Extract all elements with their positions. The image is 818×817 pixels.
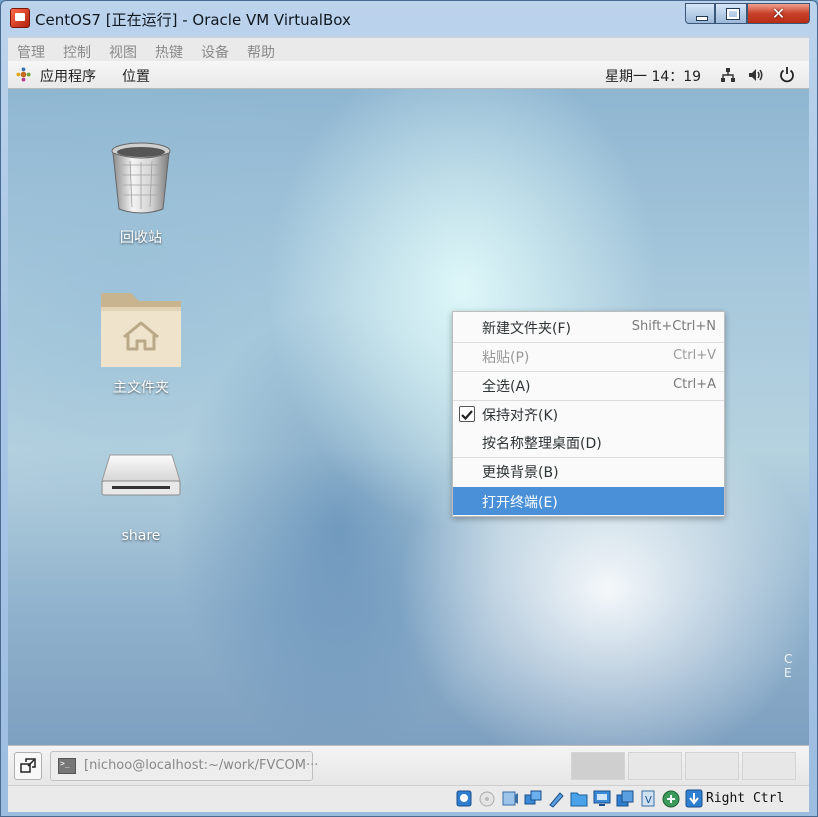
- desktop[interactable]: 回收站 主文件夹 share C E 新建文件夹(F) Shift+Ctrl+N…: [8, 89, 809, 745]
- menu-hotkeys[interactable]: 热键: [155, 42, 183, 62]
- audio-icon[interactable]: [501, 789, 519, 808]
- desktop-icon-label: 主文件夹: [113, 380, 169, 396]
- title-bar[interactable]: CentOS7 [正在运行] - Oracle VM VirtualBox ✕: [1, 1, 817, 33]
- optical-drive-icon[interactable]: [478, 789, 496, 808]
- menu-item-paste[interactable]: 粘贴(P) Ctrl+V: [453, 342, 724, 370]
- clock[interactable]: 星期一 14：19: [605, 66, 701, 86]
- show-desktop-icon: [20, 758, 36, 773]
- desktop-context-menu: 新建文件夹(F) Shift+Ctrl+N 粘贴(P) Ctrl+V 全选(A)…: [452, 311, 725, 517]
- desktop-icon-home-folder[interactable]: [81, 285, 201, 375]
- host-key-label: Right Ctrl: [706, 791, 785, 806]
- vbox-menu-bar: 管理 控制 视图 热键 设备 帮助: [8, 37, 809, 61]
- menu-item-change-background[interactable]: 更换背景(B): [453, 457, 724, 485]
- desktop-icon-label: 回收站: [120, 230, 162, 246]
- shared-folders-icon[interactable]: [570, 789, 588, 808]
- desktop-icon-label: share: [121, 528, 161, 544]
- trash-icon: [111, 142, 171, 214]
- maximize-button[interactable]: [715, 3, 747, 24]
- drive-icon: [101, 454, 181, 496]
- menu-help[interactable]: 帮助: [247, 42, 275, 62]
- menu-item-keep-aligned[interactable]: 保持对齐(K): [453, 400, 724, 428]
- taskbar-window-terminal[interactable]: [nichoo@localhost:~/work/FVCOM···: [50, 751, 318, 781]
- virtualbox-app-icon: [10, 8, 30, 28]
- menu-manage[interactable]: 管理: [17, 42, 45, 62]
- desktop-icon-trash[interactable]: [81, 141, 201, 221]
- svg-text:V: V: [645, 795, 652, 806]
- vbox-status-bar: V Right Ctrl: [8, 785, 809, 812]
- keyboard-capture-icon[interactable]: [685, 789, 703, 808]
- applications-menu[interactable]: 应用程序: [40, 66, 96, 86]
- menu-item-shortcut: Shift+Ctrl+N: [631, 319, 716, 334]
- guest-screen[interactable]: 应用程序 位置 星期一 14：19 回收站 主文件夹 share C E 新建文…: [8, 61, 809, 785]
- menu-item-select-all[interactable]: 全选(A) Ctrl+A: [453, 371, 724, 399]
- partial-background-text: C E: [784, 652, 798, 680]
- mouse-integration-icon[interactable]: [662, 789, 680, 808]
- workspace-4[interactable]: [742, 752, 796, 780]
- menu-item-label: 保持对齐(K): [482, 408, 559, 424]
- menu-control[interactable]: 控制: [63, 42, 91, 62]
- hard-disk-icon[interactable]: [455, 789, 473, 808]
- menu-item-open-terminal[interactable]: 打开终端(E): [453, 487, 724, 515]
- terminal-icon: [58, 758, 76, 774]
- show-desktop-button[interactable]: [14, 752, 42, 780]
- menu-item-arrange-by-name[interactable]: 按名称整理桌面(D): [453, 428, 724, 456]
- power-icon[interactable]: [779, 66, 795, 83]
- checkbox-checked-icon: [459, 406, 475, 422]
- places-menu[interactable]: 位置: [122, 66, 150, 86]
- menu-item-shortcut: Ctrl+V: [673, 348, 716, 363]
- menu-item-label: 新建文件夹(F): [482, 321, 571, 337]
- menu-item-label: 打开终端(E): [482, 495, 558, 511]
- gnome-bottom-panel: [nichoo@localhost:~/work/FVCOM···: [8, 745, 809, 785]
- volume-icon[interactable]: [748, 67, 765, 83]
- workspace-1[interactable]: [571, 752, 625, 780]
- applications-icon[interactable]: [16, 67, 31, 82]
- video-capture-icon[interactable]: [616, 789, 634, 808]
- network-adapter-icon[interactable]: [524, 789, 542, 808]
- menu-item-shortcut: Ctrl+A: [673, 377, 716, 392]
- menu-devices[interactable]: 设备: [201, 42, 229, 62]
- minimize-button[interactable]: [685, 3, 715, 24]
- window-title: CentOS7 [正在运行] - Oracle VM VirtualBox: [35, 11, 351, 29]
- usb-icon[interactable]: [547, 789, 565, 808]
- home-folder-icon: [101, 293, 181, 367]
- menu-item-label: 更换背景(B): [482, 465, 559, 481]
- desktop-icon-share[interactable]: [81, 451, 201, 505]
- workspace-2[interactable]: [628, 752, 682, 780]
- taskbar-window-title: [nichoo@localhost:~/work/FVCOM···: [84, 758, 319, 773]
- close-icon: ✕: [771, 4, 786, 23]
- gnome-top-panel: 应用程序 位置 星期一 14：19: [8, 61, 809, 89]
- cpu-icon[interactable]: V: [639, 789, 657, 808]
- close-button[interactable]: ✕: [747, 3, 810, 24]
- network-icon[interactable]: [720, 67, 736, 83]
- menu-view[interactable]: 视图: [109, 42, 137, 62]
- menu-item-label: 粘贴(P): [482, 350, 530, 366]
- menu-item-label: 全选(A): [482, 379, 531, 395]
- display-icon[interactable]: [593, 789, 611, 808]
- workspace-3[interactable]: [685, 752, 739, 780]
- menu-item-new-folder[interactable]: 新建文件夹(F) Shift+Ctrl+N: [453, 313, 724, 341]
- menu-item-label: 按名称整理桌面(D): [482, 436, 602, 452]
